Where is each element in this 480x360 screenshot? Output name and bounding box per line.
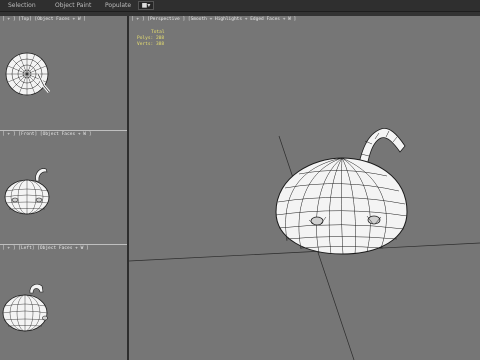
front-view-mesh	[4, 168, 50, 215]
viewport-left[interactable]: [ + ] [Left] [Object Faces + W ]	[0, 245, 127, 360]
left-view-mesh	[2, 283, 48, 332]
top-view-mesh	[5, 52, 51, 96]
menu-item-object-paint[interactable]: Object Paint	[55, 1, 91, 10]
viewport-divider[interactable]	[0, 130, 128, 131]
viewport-divider[interactable]	[0, 244, 128, 245]
menu-bar: Selection Object Paint Populate ■▾	[0, 0, 480, 12]
menu-item-selection[interactable]: Selection	[8, 1, 36, 10]
viewport-perspective[interactable]: [ + ] [Perspective ] [Smooth + Highlight…	[129, 16, 480, 360]
menu-item-populate[interactable]: Populate	[105, 1, 131, 10]
viewport-front[interactable]: [ + ] [Front] [Object Faces + W ]	[0, 131, 127, 244]
perspective-scene	[129, 127, 480, 360]
display-icon: ■▾	[141, 2, 151, 9]
viewport-top[interactable]: [ + ] [Top] [Object Faces + W ]	[0, 16, 127, 130]
display-dropdown[interactable]: ■▾	[138, 1, 154, 10]
